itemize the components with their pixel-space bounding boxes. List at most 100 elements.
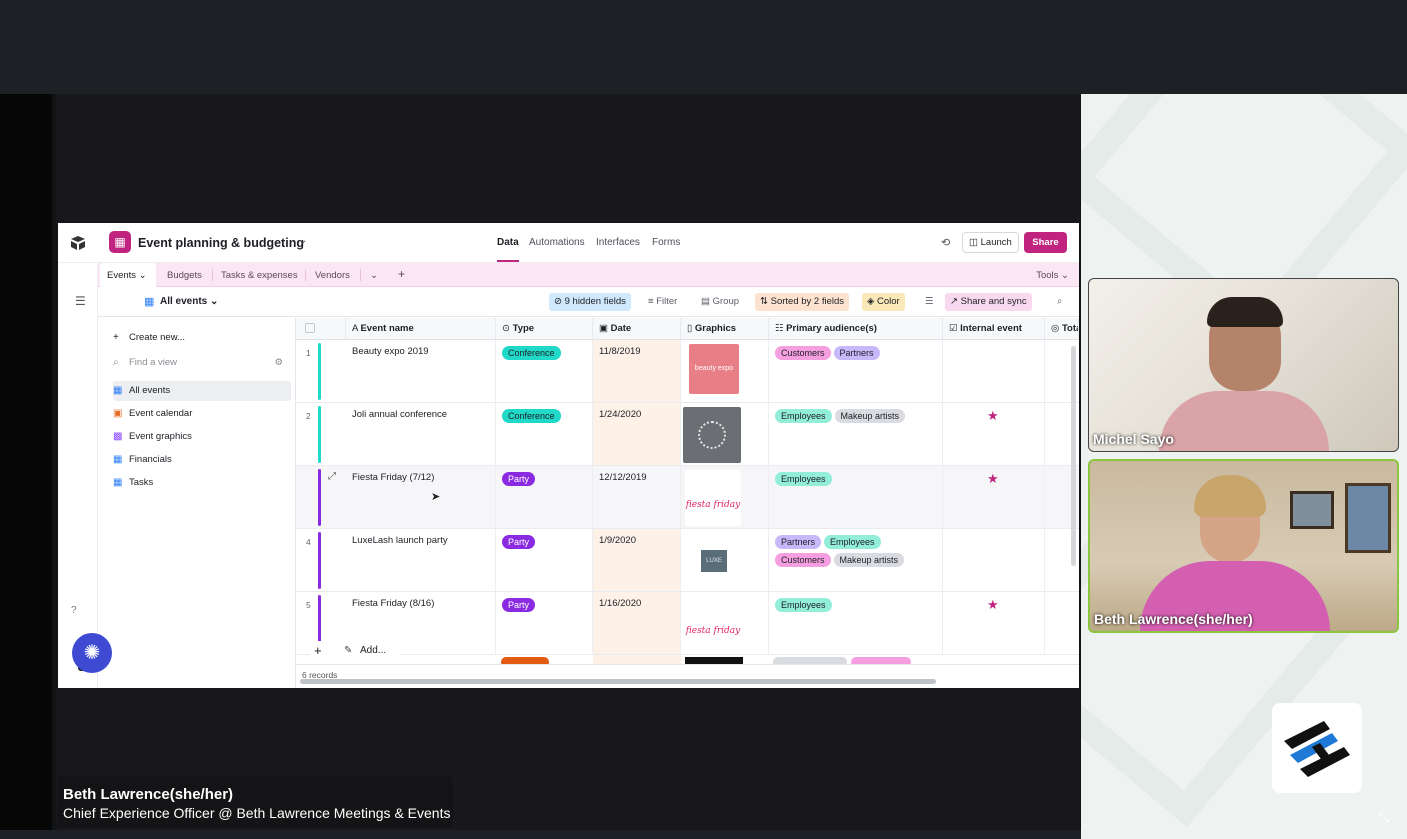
date-cell[interactable]: 1/24/2020 [593,403,681,466]
column-header-total[interactable]: ◎ Tota [1045,318,1079,340]
audience-cell[interactable]: Employees [769,592,943,655]
add-record-bar[interactable]: + ✎ Add... [310,641,400,661]
find-view-input[interactable]: ⌕ Find a view ⚙ [113,353,291,373]
column-header-internal-event[interactable]: ☑ Internal event [943,318,1045,340]
sidebar-item-event-graphics[interactable]: ▩ Event graphics [113,427,291,447]
hidden-fields-button[interactable]: ⊘ 9 hidden fields [549,293,631,311]
table-row[interactable]: 1 Beauty expo 2019 Conference 11/8/2019 … [296,340,1079,403]
tab-data[interactable]: Data [497,237,519,248]
tab-interfaces[interactable]: Interfaces [596,237,640,248]
internal-event-cell[interactable]: ★ [943,403,1045,466]
internal-event-cell[interactable]: ★ [943,466,1045,529]
sidebar-item-financials[interactable]: ▦ Financials [113,450,291,470]
event-name-cell[interactable]: Fiesta Friday (7/12) [346,466,496,529]
event-name-cell[interactable]: Joli annual conference [346,403,496,466]
create-new-button[interactable]: + Create new... [113,328,291,348]
launch-button[interactable]: ◫ Launch [962,232,1019,253]
audience-cell[interactable]: Partners Employees Customers Makeup artist… [769,529,943,592]
vertical-scrollbar[interactable] [1071,346,1076,566]
exit-fullscreen-icon[interactable]: ⤡ [1372,805,1396,829]
type-cell[interactable]: Party [496,529,593,592]
audience-pill: Makeup artists [834,409,906,423]
assistant-fab-button[interactable]: ✺ [72,633,112,673]
tools-menu[interactable]: Tools ⌄ [1036,270,1069,281]
add-table-icon[interactable]: + [398,267,405,281]
sidebar-item-event-calendar[interactable]: ▣ Event calendar [113,404,291,424]
select-all-checkbox[interactable] [305,323,315,334]
column-header-type[interactable]: ⊙ Type [496,318,593,340]
sidebar-item-tasks[interactable]: ▦ Tasks [113,473,291,493]
table-tab-tasks-expenses[interactable]: Tasks & expenses [221,270,298,281]
participant-video-beth[interactable]: Beth Lawrence(she/her) [1088,459,1399,633]
audience-cell[interactable]: Customers Partners [769,340,943,403]
add-label[interactable]: Add... [360,641,386,661]
internal-event-cell[interactable]: ★ [943,592,1045,655]
row-number: 4 [306,537,311,547]
type-cell[interactable]: Conference [496,340,593,403]
table-row[interactable]: 4 LuxeLash launch party Party 1/9/2020 L… [296,529,1079,592]
base-name[interactable]: Event planning & budgeting [138,236,304,250]
type-cell[interactable]: Conference [496,403,593,466]
audience-cell[interactable]: Employees Makeup artists [769,403,943,466]
current-view-name[interactable]: All events ⌄ [160,296,218,307]
graphic-thumbnail[interactable]: fiesta friday [685,596,741,652]
column-header-event-name[interactable]: A Event name [346,318,496,340]
sidebar-item-label: Financials [129,454,172,465]
row-height-icon[interactable]: ☰ [920,293,939,311]
date-cell[interactable]: 1/16/2020 [593,592,681,655]
tab-forms[interactable]: Forms [652,237,680,248]
share-and-sync-button[interactable]: ↗ Share and sync [945,293,1032,311]
table-row[interactable]: ⤢ Fiesta Friday (7/12) ➤ Party 12/12/201… [296,466,1079,529]
airtable-logo-icon[interactable] [70,235,86,251]
filter-button[interactable]: ≡ Filter [643,293,682,311]
expand-record-icon[interactable]: ⤢ [328,471,336,482]
date-cell[interactable]: 1/9/2020 [593,529,681,592]
settings-gear-icon[interactable]: ⚙ [274,353,283,373]
column-header-graphics[interactable]: ▯ Graphics [681,318,769,340]
group-button[interactable]: ▤ Group [696,293,744,311]
date-cell[interactable]: 12/12/2019 [593,466,681,529]
graphic-thumbnail[interactable]: beauty expo [689,344,739,394]
graphic-thumbnail[interactable] [683,407,741,463]
plus-icon[interactable]: + [314,641,322,661]
date-cell[interactable]: 11/8/2019 [593,340,681,403]
table-tab-budgets[interactable]: Budgets [167,270,202,281]
graphic-thumbnail[interactable]: fiesta friday [685,470,741,526]
audience-cell[interactable]: Employees [769,466,943,529]
base-calendar-icon[interactable]: ▦ [109,231,131,253]
type-cell[interactable]: Party [496,466,593,529]
sidebar-item-all-events[interactable]: ▦ All events [113,381,291,401]
table-row[interactable]: 5 Fiesta Friday (8/16) Party 1/16/2020 f… [296,592,1079,655]
column-header-date[interactable]: ▣ Date [593,318,681,340]
event-name-cell[interactable]: LuxeLash launch party [346,529,496,592]
chevron-down-icon[interactable]: ⌄ [299,235,307,246]
graphics-cell[interactable] [681,403,769,466]
horizontal-scrollbar[interactable] [300,679,936,684]
help-icon[interactable]: ? [71,605,77,616]
table-row[interactable]: 2 Joli annual conference Conference 1/24… [296,403,1079,466]
select-all-header[interactable] [296,318,346,340]
history-icon[interactable]: ⟲ [941,236,950,249]
graphic-thumbnail[interactable]: LUXE [685,533,741,589]
more-tables-chevron-icon[interactable]: ⌄ [370,270,378,281]
internal-event-cell[interactable] [943,529,1045,592]
color-button[interactable]: ◈ Color [862,293,905,311]
participant-video-michel[interactable]: Michel Sayo [1088,278,1399,452]
search-icon[interactable]: ⌕ [1052,293,1067,311]
graphics-cell[interactable]: beauty expo [681,340,769,403]
type-cell[interactable]: Party [496,592,593,655]
graphics-cell[interactable]: LUXE [681,529,769,592]
sort-button[interactable]: ⇅ Sorted by 2 fields [755,293,850,311]
graphics-cell[interactable]: fiesta friday [681,592,769,655]
type-pill: Party [502,472,536,486]
graphics-cell[interactable]: fiesta friday [681,466,769,529]
event-name-cell[interactable]: Beauty expo 2019 [346,340,496,403]
hamburger-menu-icon[interactable]: ☰ [75,294,86,308]
internal-event-cell[interactable] [943,340,1045,403]
table-tab-events[interactable]: Events ⌄ [107,270,147,281]
grid-footer: 6 records [296,664,1079,688]
table-tab-vendors[interactable]: Vendors [315,270,350,281]
share-button[interactable]: Share [1024,232,1067,253]
column-header-primary-audience[interactable]: ☷ Primary audience(s) [769,318,943,340]
tab-automations[interactable]: Automations [529,237,585,248]
